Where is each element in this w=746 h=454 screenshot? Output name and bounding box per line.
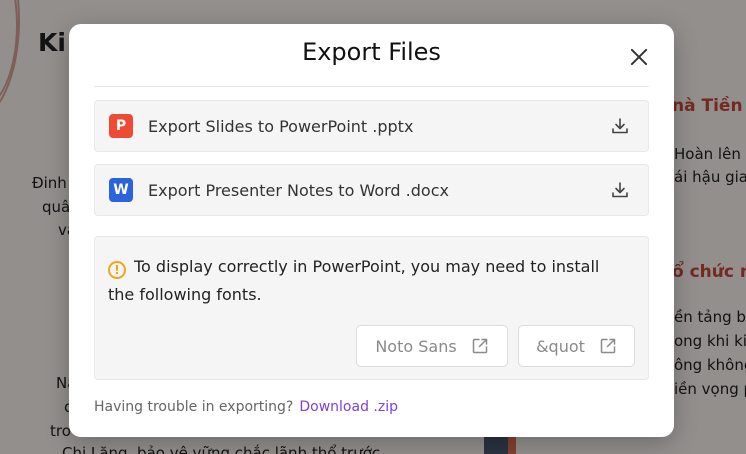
warning-icon: ! [108,261,126,279]
font-notice-message: To display correctly in PowerPoint, you … [108,257,600,304]
powerpoint-icon: P [109,114,133,138]
external-link-icon [472,338,487,354]
font-quot-button[interactable]: &quot [518,325,635,367]
close-icon[interactable] [628,46,650,68]
external-link-icon [600,338,616,354]
export-pptx-button[interactable]: P Export Slides to PowerPoint .pptx [94,100,649,152]
font-notice-text: ! To display correctly in PowerPoint, you… [108,253,630,309]
footer-help-text: Having trouble in exporting? [94,399,294,415]
export-pptx-label: Export Slides to PowerPoint .pptx [148,116,414,136]
download-zip-link[interactable]: Download .zip [299,399,398,415]
download-icon [612,118,628,134]
export-docx-label: Export Presenter Notes to Word .docx [148,180,449,200]
font-noto-sans-button[interactable]: Noto Sans [356,325,508,367]
title-divider [94,86,649,87]
dialog-title: Export Files [302,38,441,66]
export-files-dialog: Export Files P Export Slides to PowerPoi… [69,24,674,437]
font-quot-label: &quot [536,336,585,356]
download-icon [612,182,628,198]
font-notice-box: ! To display correctly in PowerPoint, you… [94,236,649,380]
export-docx-button[interactable]: W Export Presenter Notes to Word .docx [94,164,649,216]
word-icon: W [109,178,133,202]
font-noto-sans-label: Noto Sans [375,336,457,356]
dialog-footer: Having trouble in exporting? Download .zi… [94,399,398,415]
